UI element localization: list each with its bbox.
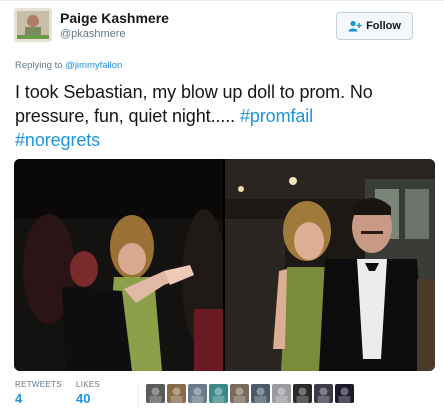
liker-avatar[interactable] (167, 384, 186, 403)
likes-stat[interactable]: LIKES 40 (76, 380, 100, 406)
tweet-text: I took Sebastian, my blow up doll to pro… (15, 80, 440, 152)
follow-button-label: Follow (366, 20, 401, 32)
liker-avatar[interactable] (335, 384, 354, 403)
liker-avatar[interactable] (293, 384, 312, 403)
replying-to: Replying to @jimmyfallon (15, 60, 122, 71)
photo-dancing[interactable] (14, 159, 223, 371)
top-divider (0, 0, 444, 1)
hashtag-promfail[interactable]: #promfail (240, 106, 313, 126)
liker-avatar[interactable] (251, 384, 270, 403)
liker-avatar[interactable] (188, 384, 207, 403)
liker-avatars (146, 384, 354, 403)
retweets-stat[interactable]: RETWEETS 4 (15, 380, 62, 406)
user-handle[interactable]: @pkashmere (60, 28, 126, 40)
liker-avatar[interactable] (272, 384, 291, 403)
hashtag-noregrets[interactable]: #noregrets (15, 130, 100, 150)
liker-avatar[interactable] (209, 384, 228, 403)
photo-posing[interactable] (225, 159, 435, 371)
liker-avatar[interactable] (314, 384, 333, 403)
tweet-body: I took Sebastian, my blow up doll to pro… (15, 82, 373, 126)
replying-prefix: Replying to (15, 60, 66, 71)
liker-avatar[interactable] (146, 384, 165, 403)
likes-label: LIKES (76, 380, 101, 389)
liker-avatar[interactable] (230, 384, 249, 403)
retweets-label: RETWEETS (15, 380, 62, 389)
user-avatar[interactable] (14, 8, 52, 42)
tweet-media (14, 159, 435, 371)
likes-count: 40 (76, 391, 91, 406)
add-user-icon (348, 20, 362, 32)
user-display-name[interactable]: Paige Kashmere (60, 10, 169, 26)
stats-divider (138, 384, 139, 408)
follow-button[interactable]: Follow (336, 12, 413, 40)
reply-mention-link[interactable]: @jimmyfallon (65, 60, 122, 71)
retweets-count: 4 (15, 391, 23, 406)
